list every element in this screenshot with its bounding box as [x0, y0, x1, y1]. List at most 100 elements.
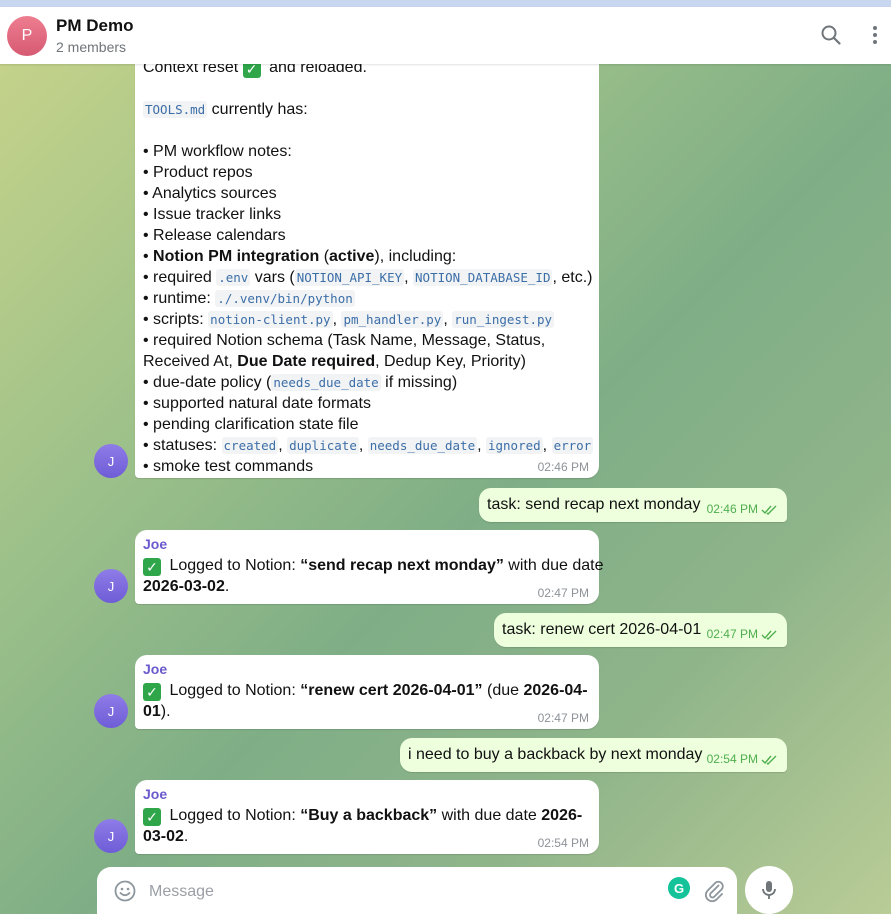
sender-name[interactable]: Joe — [143, 536, 591, 553]
grammarly-icon[interactable]: G — [668, 877, 690, 899]
message-bubble-incoming[interactable]: Joe ✓ Logged to Notion: “send recap next… — [135, 530, 603, 604]
message-text: Logged to Notion: — [165, 807, 301, 824]
bold-text: “send recap next monday” — [300, 557, 504, 574]
bold-text: 2026- — [541, 807, 583, 824]
inline-code[interactable]: ignored — [485, 437, 543, 454]
message-bubble-outgoing[interactable]: task: renew cert 2026-04-01 02:47 PM — [494, 613, 787, 647]
sender-name[interactable]: Joe — [143, 786, 591, 803]
message-text: , Dedup Key, Priority) — [375, 353, 526, 370]
chat-header: P PM Demo 2 members — [0, 7, 891, 64]
message-text: ), including: — [374, 248, 457, 265]
window-top-strip — [0, 0, 891, 7]
double-check-icon — [761, 504, 777, 518]
message-text: • — [143, 248, 154, 265]
paperclip-icon[interactable] — [702, 879, 726, 903]
message-line: 01). — [143, 701, 591, 722]
double-check-icon — [761, 754, 777, 768]
message-input[interactable] — [149, 881, 649, 903]
message-text: ). — [160, 703, 171, 720]
message-time: 02:46 PM — [537, 460, 589, 474]
bold-text: 2026-04- — [523, 682, 588, 699]
bold-text: 03-02 — [143, 828, 184, 845]
member-count: 2 members — [56, 38, 127, 55]
user-avatar[interactable]: J — [94, 819, 128, 853]
inline-code[interactable]: NOTION_API_KEY — [294, 269, 405, 286]
bullet-line-continued: Received At, Due Date required, Dedup Ke… — [143, 351, 591, 372]
bullet-line: • Notion PM integration (active), includ… — [143, 246, 591, 267]
message-text: , — [278, 437, 288, 454]
message-text: , — [477, 437, 486, 454]
header-info[interactable]: PM Demo 2 members — [56, 16, 133, 56]
bold-text: “Buy a backback” — [300, 807, 438, 824]
group-avatar[interactable]: P — [7, 15, 47, 56]
bullet-line: • statuses: created, duplicate, needs_du… — [143, 435, 594, 456]
message-text: • scripts: — [143, 311, 209, 328]
message-composer: G — [97, 867, 737, 914]
message-text: Received At, — [143, 353, 238, 370]
user-avatar[interactable]: J — [94, 569, 128, 603]
microphone-button[interactable] — [745, 866, 793, 914]
emoji-icon[interactable] — [113, 879, 137, 903]
bullet-line: • pending clarification state file — [143, 416, 359, 433]
message-text: i need to buy a backback by next monday — [408, 746, 703, 763]
bold-text: “renew cert 2026-04-01” — [300, 682, 483, 699]
inline-code[interactable]: notion-client.py — [208, 311, 333, 328]
inline-code[interactable]: needs_due_date — [271, 374, 381, 391]
inline-code[interactable]: ./.venv/bin/python — [215, 290, 355, 307]
sender-name[interactable]: Joe — [143, 661, 591, 678]
message-line: Context reset ✓ and reloaded. — [143, 64, 591, 78]
inline-code[interactable]: error — [551, 437, 594, 454]
message-line: 2026-03-02. — [143, 576, 591, 597]
check-mark-icon: ✓ — [143, 558, 161, 576]
message-text: • statuses: — [143, 437, 222, 454]
inline-code[interactable]: duplicate — [287, 437, 359, 454]
time-text: 02:46 PM — [706, 502, 758, 516]
bullet-line: • smoke test commands — [143, 458, 314, 475]
inline-code[interactable]: NOTION_DATABASE_ID — [413, 269, 553, 286]
message-bubble-outgoing[interactable]: task: send recap next monday 02:46 PM — [479, 488, 787, 522]
bullet-line: • required Notion schema (Task Name, Mes… — [143, 332, 546, 349]
message-text: , — [404, 269, 414, 286]
bold-text: 01 — [143, 703, 161, 720]
bold-text: 2026-03-02 — [143, 578, 225, 595]
message-line: ✓ Logged to Notion: “Buy a backback” wit… — [143, 805, 591, 826]
inline-code[interactable]: TOOLS.md — [143, 101, 208, 118]
message-text: , — [542, 437, 552, 454]
microphone-icon — [757, 878, 781, 902]
bullet-line: • due-date policy (needs_due_date if mis… — [143, 372, 591, 393]
message-text: ( — [319, 248, 330, 265]
bold-text: Notion PM integration — [153, 248, 320, 265]
message-bubble-incoming[interactable]: Joe ✓ Logged to Notion: “renew cert 2026… — [135, 655, 599, 729]
message-bubble-incoming[interactable]: Joe ✓ Logged to Notion: “Buy a backback”… — [135, 780, 599, 854]
message-text: • runtime: — [143, 290, 216, 307]
message-text: . — [183, 828, 189, 845]
check-mark-icon: ✓ — [143, 808, 161, 826]
chat-title: PM Demo — [56, 15, 134, 35]
inline-code[interactable]: needs_due_date — [367, 437, 478, 454]
message-text: task: send recap next monday — [487, 496, 701, 513]
inline-code[interactable]: .env — [216, 269, 251, 286]
check-mark-icon: ✓ — [242, 64, 261, 78]
user-avatar[interactable]: J — [94, 694, 128, 728]
message-bubble-outgoing[interactable]: i need to buy a backback by next monday … — [400, 738, 787, 772]
message-text: . — [224, 578, 230, 595]
inline-code[interactable]: run_ingest.py — [452, 311, 555, 328]
message-time: 02:46 PM — [707, 502, 777, 518]
bullet-line: • PM workflow notes: — [143, 143, 292, 160]
search-icon[interactable] — [819, 23, 843, 47]
message-text: , etc.) — [552, 269, 593, 286]
inline-code[interactable]: pm_handler.py — [341, 311, 444, 328]
inline-code[interactable]: created — [221, 437, 279, 454]
message-bubble-incoming[interactable]: Context reset ✓ and reloaded. TOOLS.md c… — [135, 64, 599, 478]
message-text: • due-date policy ( — [143, 374, 272, 391]
message-list[interactable]: Context reset ✓ and reloaded. TOOLS.md c… — [0, 64, 891, 914]
message-text: if missing) — [380, 374, 458, 391]
message-time: 02:47 PM — [537, 711, 589, 725]
user-avatar[interactable]: J — [94, 444, 128, 478]
message-line: TOOLS.md currently has: — [143, 99, 591, 120]
bullet-line: • Analytics sources — [143, 185, 277, 202]
bullet-line: • Issue tracker links — [143, 206, 282, 223]
message-time: 02:47 PM — [537, 586, 589, 600]
bullet-line: • required .env vars (NOTION_API_KEY, NO… — [143, 267, 593, 288]
more-vertical-icon[interactable] — [863, 23, 887, 47]
